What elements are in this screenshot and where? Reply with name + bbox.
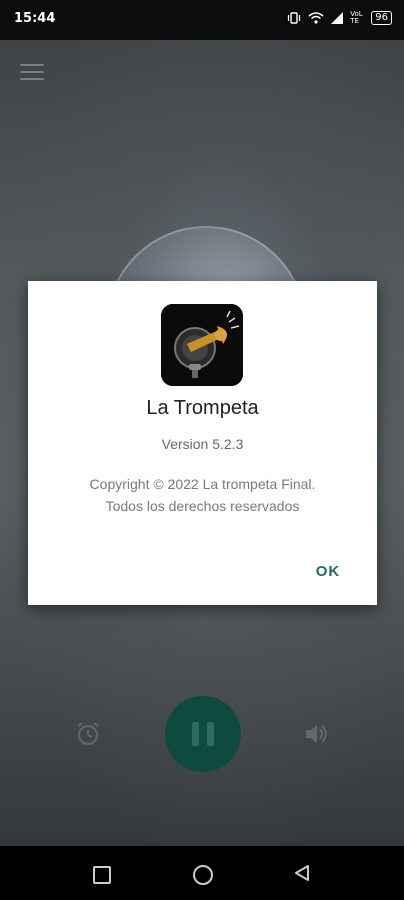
status-bar: 15:44 VoLTE 96	[0, 0, 404, 40]
about-dialog: La Trompeta Version 5.2.3 Copyright © 20…	[28, 281, 377, 605]
vibrate-icon	[288, 12, 301, 24]
copyright-line-1: Copyright © 2022 La trompeta Final.	[89, 476, 316, 492]
ok-button[interactable]: OK	[304, 557, 352, 587]
home-icon[interactable]	[193, 865, 213, 885]
navigation-bar	[0, 846, 404, 900]
recents-icon[interactable]	[93, 866, 111, 884]
app-version: Version 5.2.3	[161, 436, 244, 452]
battery-icon: 96	[371, 11, 392, 25]
wifi-icon	[308, 12, 324, 24]
copyright-text: Copyright © 2022 La trompeta Final. Todo…	[48, 473, 357, 517]
status-icons: VoLTE 96	[287, 11, 392, 25]
copyright-line-2: Todos los derechos reservados	[105, 498, 300, 514]
volte-icon: VoLTE	[350, 10, 363, 25]
signal-icon	[331, 12, 344, 24]
app-name: La Trompeta	[146, 397, 259, 419]
status-time: 15:44	[14, 11, 56, 26]
back-icon[interactable]	[294, 864, 310, 882]
app-logo-icon	[161, 304, 243, 386]
